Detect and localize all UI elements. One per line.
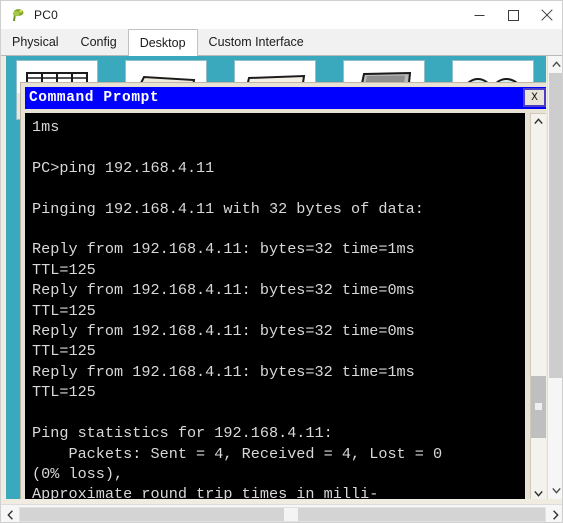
- close-icon[interactable]: [530, 1, 562, 29]
- command-prompt-titlebar[interactable]: Command Prompt X: [25, 87, 546, 109]
- desktop-panel: Command Prompt X 1ms PC>ping 192.168.4.1…: [1, 56, 562, 522]
- tab-config[interactable]: Config: [69, 29, 128, 55]
- command-prompt-title: Command Prompt: [29, 90, 160, 106]
- chevron-left-icon[interactable]: [1, 505, 19, 522]
- maximize-icon[interactable]: [496, 1, 530, 29]
- minimize-icon[interactable]: [462, 1, 496, 29]
- console-output-text: 1ms PC>ping 192.168.4.11 Pinging 192.168…: [32, 118, 443, 499]
- horizontal-scrollbar-track[interactable]: [19, 507, 546, 522]
- scrollbar-grip: [535, 403, 542, 410]
- console-vertical-scrollbar[interactable]: [530, 113, 546, 499]
- pc0-device-window: PC0 Physical Config Desktop Custom Inter…: [0, 0, 563, 523]
- window-controls: [462, 1, 562, 29]
- chevron-right-icon[interactable]: [546, 505, 562, 522]
- desktop-canvas: Command Prompt X 1ms PC>ping 192.168.4.1…: [6, 56, 546, 499]
- packet-tracer-icon: [10, 7, 26, 23]
- console-scrollbar-thumb[interactable]: [531, 376, 546, 438]
- chevron-down-icon[interactable]: [548, 482, 562, 499]
- chevron-down-icon[interactable]: [531, 486, 546, 499]
- chevron-up-icon[interactable]: [531, 114, 546, 129]
- tab-custom-interface[interactable]: Custom Interface: [197, 29, 315, 55]
- tab-physical[interactable]: Physical: [1, 29, 70, 55]
- command-prompt-close-button[interactable]: X: [523, 88, 546, 107]
- window-horizontal-scrollbar[interactable]: [1, 504, 562, 522]
- console-output-area[interactable]: 1ms PC>ping 192.168.4.11 Pinging 192.168…: [25, 113, 525, 499]
- desktop-scrollbar-track[interactable]: [548, 73, 562, 482]
- device-tab-strip: Physical Config Desktop Custom Interface: [1, 29, 562, 56]
- desktop-vertical-scrollbar[interactable]: [547, 56, 562, 499]
- command-prompt-window: Command Prompt X 1ms PC>ping 192.168.4.1…: [20, 82, 546, 499]
- desktop-scrollbar-thumb[interactable]: [549, 73, 562, 378]
- chevron-up-icon[interactable]: [548, 56, 562, 73]
- horizontal-scrollbar-thumb[interactable]: [284, 508, 298, 521]
- command-prompt-body: 1ms PC>ping 192.168.4.11 Pinging 192.168…: [25, 113, 546, 499]
- tab-desktop[interactable]: Desktop: [127, 29, 198, 56]
- window-title: PC0: [34, 8, 58, 22]
- window-titlebar: PC0: [1, 1, 562, 29]
